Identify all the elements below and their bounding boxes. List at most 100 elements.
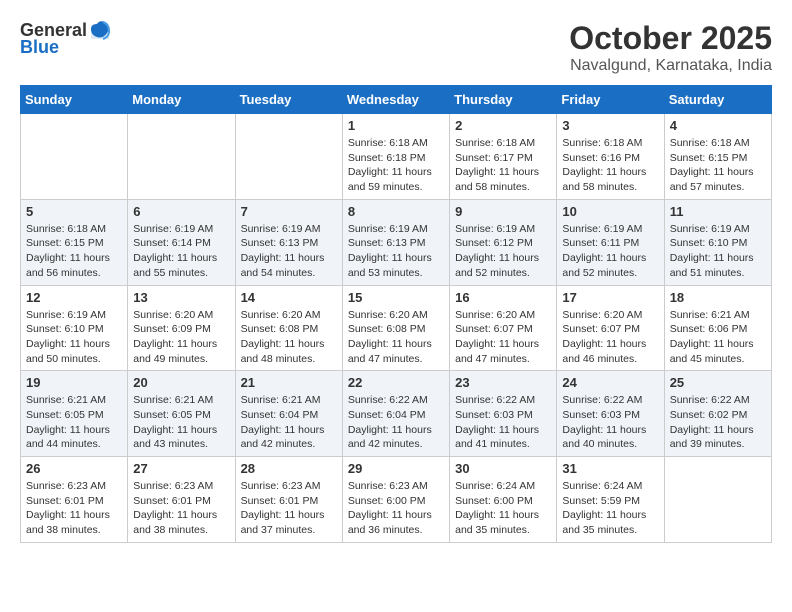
day-number: 12: [26, 290, 122, 305]
weekday-header: Monday: [128, 86, 235, 114]
day-info: Sunrise: 6:19 AMSunset: 6:11 PMDaylight:…: [562, 222, 658, 281]
day-info: Sunrise: 6:20 AMSunset: 6:07 PMDaylight:…: [455, 308, 551, 367]
day-number: 17: [562, 290, 658, 305]
calendar-cell: 27 Sunrise: 6:23 AMSunset: 6:01 PMDayligh…: [128, 457, 235, 543]
calendar-cell: 29Sunrise: 6:23 AMSunset: 6:00 PMDayligh…: [342, 457, 449, 543]
calendar-cell: 16Sunrise: 6:20 AMSunset: 6:07 PMDayligh…: [450, 285, 557, 371]
calendar-cell: 4 Sunrise: 6:18 AMSunset: 6:15 PMDaylight…: [664, 114, 771, 200]
day-number: 22: [348, 375, 444, 390]
calendar-cell: 21 Sunrise: 6:21 AMSunset: 6:04 PMDayligh…: [235, 371, 342, 457]
calendar-cell: 31 Sunrise: 6:24 AMSunset: 5:59 PMDayligh…: [557, 457, 664, 543]
day-number: 24: [562, 375, 658, 390]
day-info: Sunrise: 6:24 AMSunset: 6:00 PMDaylight:…: [455, 479, 551, 538]
day-number: 6: [133, 204, 229, 219]
calendar-cell: 8 Sunrise: 6:19 AMSunset: 6:13 PMDaylight…: [342, 199, 449, 285]
calendar-cell: 25Sunrise: 6:22 AMSunset: 6:02 PMDayligh…: [664, 371, 771, 457]
calendar-cell: 2Sunrise: 6:18 AMSunset: 6:17 PMDaylight…: [450, 114, 557, 200]
logo: General Blue: [20, 20, 111, 58]
day-number: 5: [26, 204, 122, 219]
day-info: Sunrise: 6:18 AMSunset: 6:16 PMDaylight:…: [562, 136, 658, 195]
weekday-header-row: SundayMondayTuesdayWednesdayThursdayFrid…: [21, 86, 772, 114]
calendar-cell: 10Sunrise: 6:19 AMSunset: 6:11 PMDayligh…: [557, 199, 664, 285]
day-info: Sunrise: 6:19 AMSunset: 6:13 PMDaylight:…: [241, 222, 337, 281]
day-info: Sunrise: 6:21 AMSunset: 6:05 PMDaylight:…: [133, 393, 229, 452]
calendar-cell: 23Sunrise: 6:22 AMSunset: 6:03 PMDayligh…: [450, 371, 557, 457]
day-number: 31: [562, 461, 658, 476]
calendar-cell: 19 Sunrise: 6:21 AMSunset: 6:05 PMDayligh…: [21, 371, 128, 457]
title-section: October 2025 Navalgund, Karnataka, India: [569, 20, 772, 75]
weekday-header: Saturday: [664, 86, 771, 114]
day-info: Sunrise: 6:21 AMSunset: 6:06 PMDaylight:…: [670, 308, 766, 367]
day-info: Sunrise: 6:23 AMSunset: 6:01 PMDaylight:…: [133, 479, 229, 538]
day-info: Sunrise: 6:19 AMSunset: 6:14 PMDaylight:…: [133, 222, 229, 281]
calendar-cell: 15 Sunrise: 6:20 AMSunset: 6:08 PMDayligh…: [342, 285, 449, 371]
day-info: Sunrise: 6:19 AMSunset: 6:10 PMDaylight:…: [26, 308, 122, 367]
day-number: 29: [348, 461, 444, 476]
day-info: Sunrise: 6:18 AMSunset: 6:15 PMDaylight:…: [670, 136, 766, 195]
month-title: October 2025: [569, 20, 772, 57]
calendar-cell: 9 Sunrise: 6:19 AMSunset: 6:12 PMDaylight…: [450, 199, 557, 285]
calendar-week-row: 1 Sunrise: 6:18 AMSunset: 6:18 PMDaylight…: [21, 114, 772, 200]
day-number: 18: [670, 290, 766, 305]
day-info: Sunrise: 6:23 AMSunset: 6:01 PMDaylight:…: [241, 479, 337, 538]
day-number: 2: [455, 118, 551, 133]
calendar-cell: 18 Sunrise: 6:21 AMSunset: 6:06 PMDayligh…: [664, 285, 771, 371]
calendar-cell: 17Sunrise: 6:20 AMSunset: 6:07 PMDayligh…: [557, 285, 664, 371]
calendar-cell: [21, 114, 128, 200]
weekday-header: Wednesday: [342, 86, 449, 114]
calendar-cell: 11 Sunrise: 6:19 AMSunset: 6:10 PMDayligh…: [664, 199, 771, 285]
calendar-cell: 12 Sunrise: 6:19 AMSunset: 6:10 PMDayligh…: [21, 285, 128, 371]
calendar-cell: [235, 114, 342, 200]
day-info: Sunrise: 6:18 AMSunset: 6:18 PMDaylight:…: [348, 136, 444, 195]
day-info: Sunrise: 6:19 AMSunset: 6:13 PMDaylight:…: [348, 222, 444, 281]
day-number: 11: [670, 204, 766, 219]
day-info: Sunrise: 6:19 AMSunset: 6:12 PMDaylight:…: [455, 222, 551, 281]
calendar-cell: 14 Sunrise: 6:20 AMSunset: 6:08 PMDayligh…: [235, 285, 342, 371]
day-number: 7: [241, 204, 337, 219]
calendar-cell: 5 Sunrise: 6:18 AMSunset: 6:15 PMDaylight…: [21, 199, 128, 285]
day-number: 27: [133, 461, 229, 476]
day-number: 26: [26, 461, 122, 476]
calendar-week-row: 19 Sunrise: 6:21 AMSunset: 6:05 PMDayligh…: [21, 371, 772, 457]
calendar-cell: 30Sunrise: 6:24 AMSunset: 6:00 PMDayligh…: [450, 457, 557, 543]
calendar-cell: 24Sunrise: 6:22 AMSunset: 6:03 PMDayligh…: [557, 371, 664, 457]
logo-icon: [89, 19, 111, 41]
calendar-cell: 22 Sunrise: 6:22 AMSunset: 6:04 PMDayligh…: [342, 371, 449, 457]
day-number: 13: [133, 290, 229, 305]
day-number: 19: [26, 375, 122, 390]
day-info: Sunrise: 6:20 AMSunset: 6:09 PMDaylight:…: [133, 308, 229, 367]
calendar-cell: 13 Sunrise: 6:20 AMSunset: 6:09 PMDayligh…: [128, 285, 235, 371]
calendar-week-row: 26 Sunrise: 6:23 AMSunset: 6:01 PMDayligh…: [21, 457, 772, 543]
calendar-cell: 3Sunrise: 6:18 AMSunset: 6:16 PMDaylight…: [557, 114, 664, 200]
day-info: Sunrise: 6:21 AMSunset: 6:04 PMDaylight:…: [241, 393, 337, 452]
day-number: 9: [455, 204, 551, 219]
calendar-cell: 26 Sunrise: 6:23 AMSunset: 6:01 PMDayligh…: [21, 457, 128, 543]
day-info: Sunrise: 6:22 AMSunset: 6:02 PMDaylight:…: [670, 393, 766, 452]
calendar-table: SundayMondayTuesdayWednesdayThursdayFrid…: [20, 85, 772, 543]
day-info: Sunrise: 6:18 AMSunset: 6:15 PMDaylight:…: [26, 222, 122, 281]
day-info: Sunrise: 6:22 AMSunset: 6:04 PMDaylight:…: [348, 393, 444, 452]
calendar-cell: 7 Sunrise: 6:19 AMSunset: 6:13 PMDaylight…: [235, 199, 342, 285]
calendar-week-row: 12 Sunrise: 6:19 AMSunset: 6:10 PMDayligh…: [21, 285, 772, 371]
day-number: 23: [455, 375, 551, 390]
day-info: Sunrise: 6:21 AMSunset: 6:05 PMDaylight:…: [26, 393, 122, 452]
calendar-cell: [664, 457, 771, 543]
day-info: Sunrise: 6:19 AMSunset: 6:10 PMDaylight:…: [670, 222, 766, 281]
weekday-header: Friday: [557, 86, 664, 114]
day-number: 14: [241, 290, 337, 305]
day-info: Sunrise: 6:23 AMSunset: 6:01 PMDaylight:…: [26, 479, 122, 538]
day-info: Sunrise: 6:20 AMSunset: 6:08 PMDaylight:…: [241, 308, 337, 367]
weekday-header: Tuesday: [235, 86, 342, 114]
calendar-cell: 28 Sunrise: 6:23 AMSunset: 6:01 PMDayligh…: [235, 457, 342, 543]
logo-text-blue: Blue: [20, 37, 59, 58]
day-number: 8: [348, 204, 444, 219]
day-number: 15: [348, 290, 444, 305]
day-number: 1: [348, 118, 444, 133]
day-info: Sunrise: 6:24 AMSunset: 5:59 PMDaylight:…: [562, 479, 658, 538]
day-number: 4: [670, 118, 766, 133]
calendar-cell: 6 Sunrise: 6:19 AMSunset: 6:14 PMDaylight…: [128, 199, 235, 285]
day-info: Sunrise: 6:20 AMSunset: 6:08 PMDaylight:…: [348, 308, 444, 367]
day-number: 28: [241, 461, 337, 476]
day-number: 21: [241, 375, 337, 390]
page-header: General Blue October 2025 Navalgund, Kar…: [20, 20, 772, 75]
